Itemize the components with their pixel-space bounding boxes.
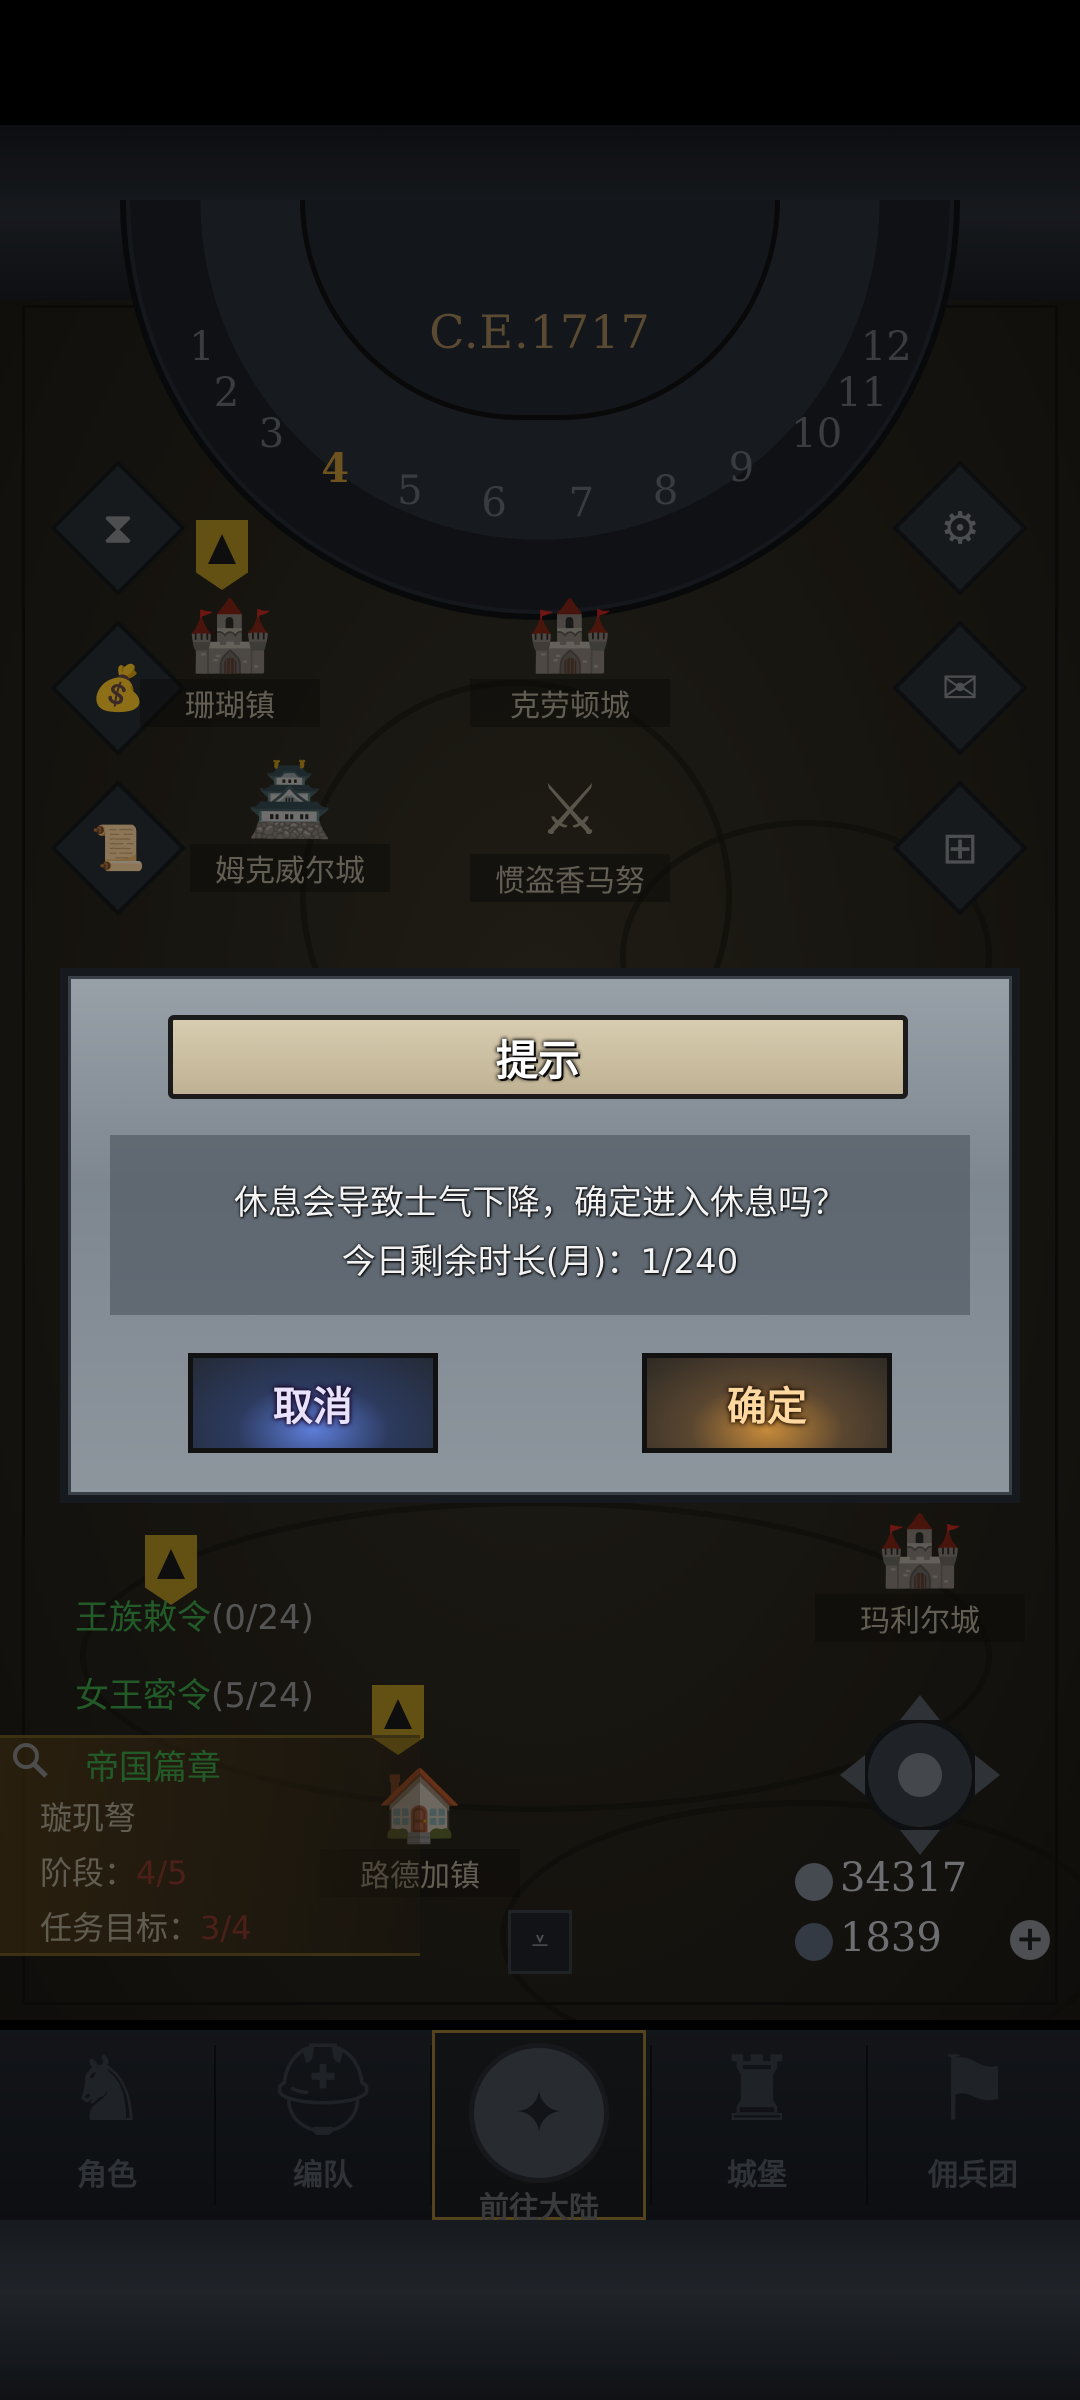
dialog-message: 休息会导致士气下降，确定进入休息吗？ xyxy=(234,1183,846,1223)
dialog-message-box: 休息会导致士气下降，确定进入休息吗？ 今日剩余时长(月)：1/240 xyxy=(110,1135,970,1315)
cancel-button[interactable]: 取消 xyxy=(188,1353,438,1453)
remaining-time: 今日剩余时长(月)：1/240 xyxy=(341,1242,739,1282)
dialog-title-bar: 提示 xyxy=(168,1015,908,1099)
confirm-button[interactable]: 确定 xyxy=(642,1353,892,1453)
dialog-title: 提示 xyxy=(495,1035,580,1085)
